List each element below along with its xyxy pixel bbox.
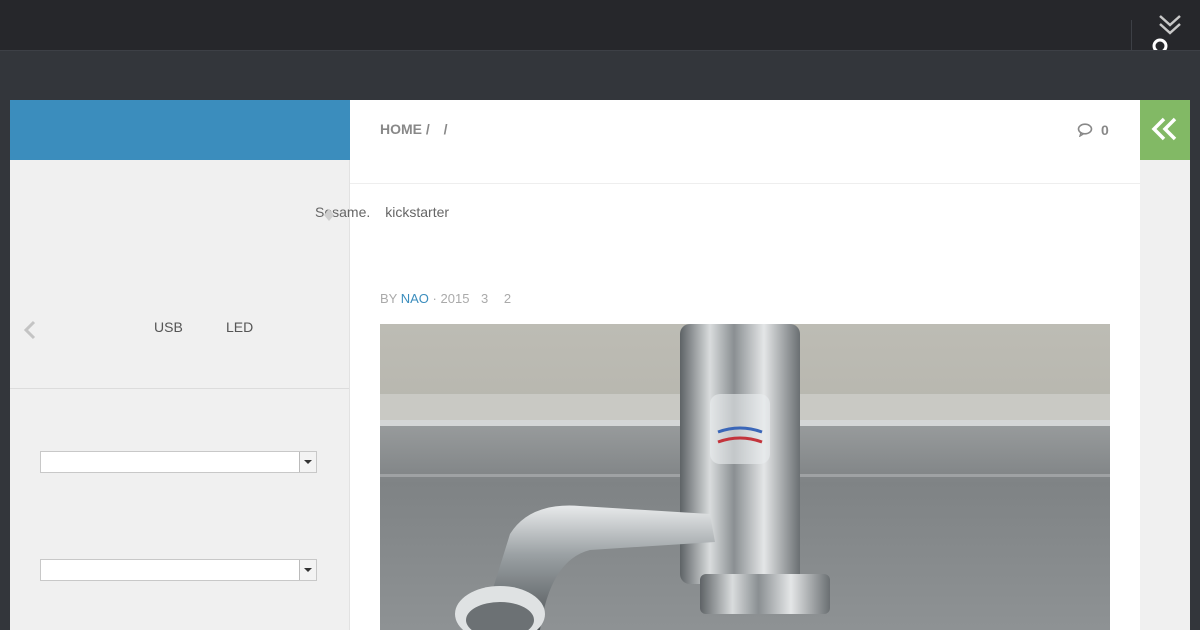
byline-by: BY (380, 291, 398, 306)
content-divider (350, 183, 1140, 184)
sidebar-toggle-button[interactable] (1140, 100, 1190, 160)
double-chevron-left-icon (1151, 117, 1177, 141)
share-arrow-icon (324, 209, 334, 221)
post-day: 2 (503, 291, 512, 306)
sidebar-text-led: LED (226, 319, 254, 335)
comment-icon (1077, 123, 1093, 137)
main-content: HOME / / 0 BY NAO · 2015 3 2 (350, 100, 1140, 630)
search-toggle-button[interactable] (1150, 36, 1170, 50)
archive-select[interactable] (40, 451, 317, 473)
post-image (380, 324, 1110, 630)
share-button[interactable] (322, 208, 336, 222)
sidebar-divider (10, 388, 349, 389)
search-icon (1152, 38, 1168, 50)
post-year: 2015 (440, 291, 470, 306)
sidebar: USB LED (10, 160, 350, 630)
double-chevron-down-icon (1159, 15, 1181, 35)
faucet-photo (380, 324, 1110, 630)
menu-toggle-button[interactable] (1156, 12, 1184, 38)
author-link[interactable]: NAO (401, 291, 429, 306)
byline-dot: · (432, 291, 437, 306)
category-select[interactable] (40, 559, 317, 581)
topbar-divider (1131, 20, 1132, 50)
comment-count: 0 (1101, 122, 1109, 138)
post-month: 3 (481, 291, 489, 306)
select-arrow-icon (299, 560, 316, 580)
sidebar-text-usb: USB (154, 319, 183, 335)
comments-link[interactable]: 0 (1077, 121, 1109, 139)
breadcrumb-separator: / (425, 121, 430, 137)
sidebar-header (10, 100, 350, 160)
breadcrumb-separator: / (443, 121, 448, 137)
post-byline: BY NAO · 2015 3 2 (380, 291, 511, 306)
top-bar (0, 0, 1200, 51)
select-arrow-icon (299, 452, 316, 472)
prev-post-button[interactable] (22, 318, 38, 342)
intro-word-kickstarter: kickstarter (385, 204, 450, 220)
breadcrumb: HOME / / (380, 121, 448, 137)
right-sidebar (1140, 160, 1190, 630)
chevron-left-icon (23, 320, 36, 340)
breadcrumb-home-link[interactable]: HOME (380, 121, 422, 137)
